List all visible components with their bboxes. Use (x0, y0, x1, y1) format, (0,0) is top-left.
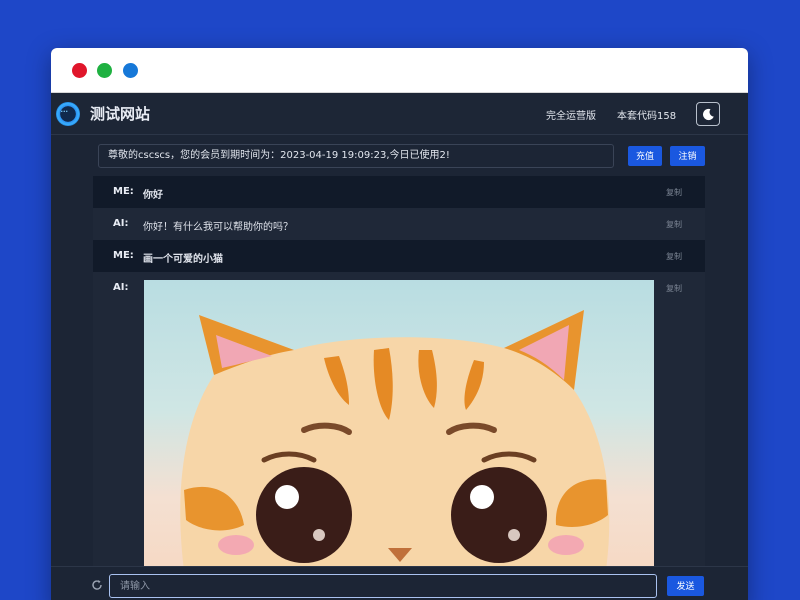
chat-history[interactable]: ME: 你好 复制 AI: 你好！有什么我可以帮助你的吗？ 复制 ME: 画一个… (93, 176, 705, 566)
chat-message-user: ME: 画一个可爱的小猫 复制 (93, 240, 705, 272)
app-header: 测试网站 完全运营版 本套代码158 (51, 93, 748, 135)
site-logo-icon[interactable] (56, 102, 80, 126)
browser-window: 测试网站 完全运营版 本套代码158 尊敬的cscscs，您的会员到期时间为：2… (51, 48, 748, 600)
recharge-button[interactable]: 充值 (628, 146, 662, 166)
nav-link-full-version[interactable]: 完全运营版 (546, 107, 596, 122)
composer-bar: 发送 (51, 566, 748, 600)
nav-link-code-158[interactable]: 本套代码158 (617, 107, 676, 122)
generated-cat-image (144, 280, 654, 566)
chat-message-ai-image: AI: 复制 (93, 272, 705, 566)
send-button[interactable]: 发送 (667, 576, 704, 596)
zoom-dot[interactable] (123, 63, 138, 78)
chat-message-ai: AI: 你好！有什么我可以帮助你的吗？ 复制 (93, 208, 705, 240)
message-role: ME: (113, 250, 134, 261)
logout-button[interactable]: 注销 (670, 146, 705, 166)
message-role: AI: (113, 218, 129, 229)
moon-icon (703, 108, 714, 121)
message-text: 你好 (143, 190, 163, 201)
copy-button[interactable]: 复制 (666, 187, 682, 198)
close-dot[interactable] (72, 63, 87, 78)
message-role: ME: (113, 186, 134, 197)
site-title[interactable]: 测试网站 (90, 103, 150, 124)
chat-input[interactable] (109, 574, 657, 598)
copy-button[interactable]: 复制 (666, 219, 682, 230)
copy-button[interactable]: 复制 (666, 283, 682, 294)
message-text: 你好！有什么我可以帮助你的吗？ (143, 222, 293, 233)
cat-illustration (180, 310, 610, 566)
chat-message-user: ME: 你好 复制 (93, 176, 705, 208)
minimize-dot[interactable] (97, 63, 112, 78)
copy-button[interactable]: 复制 (666, 251, 682, 262)
message-role: AI: (113, 282, 129, 293)
refresh-icon[interactable] (91, 579, 103, 591)
membership-notice: 尊敬的cscscs，您的会员到期时间为：2023-04-19 19:09:23,… (98, 144, 614, 168)
theme-toggle-button[interactable] (696, 102, 720, 126)
message-text: 画一个可爱的小猫 (143, 254, 223, 265)
window-titlebar (51, 48, 748, 93)
